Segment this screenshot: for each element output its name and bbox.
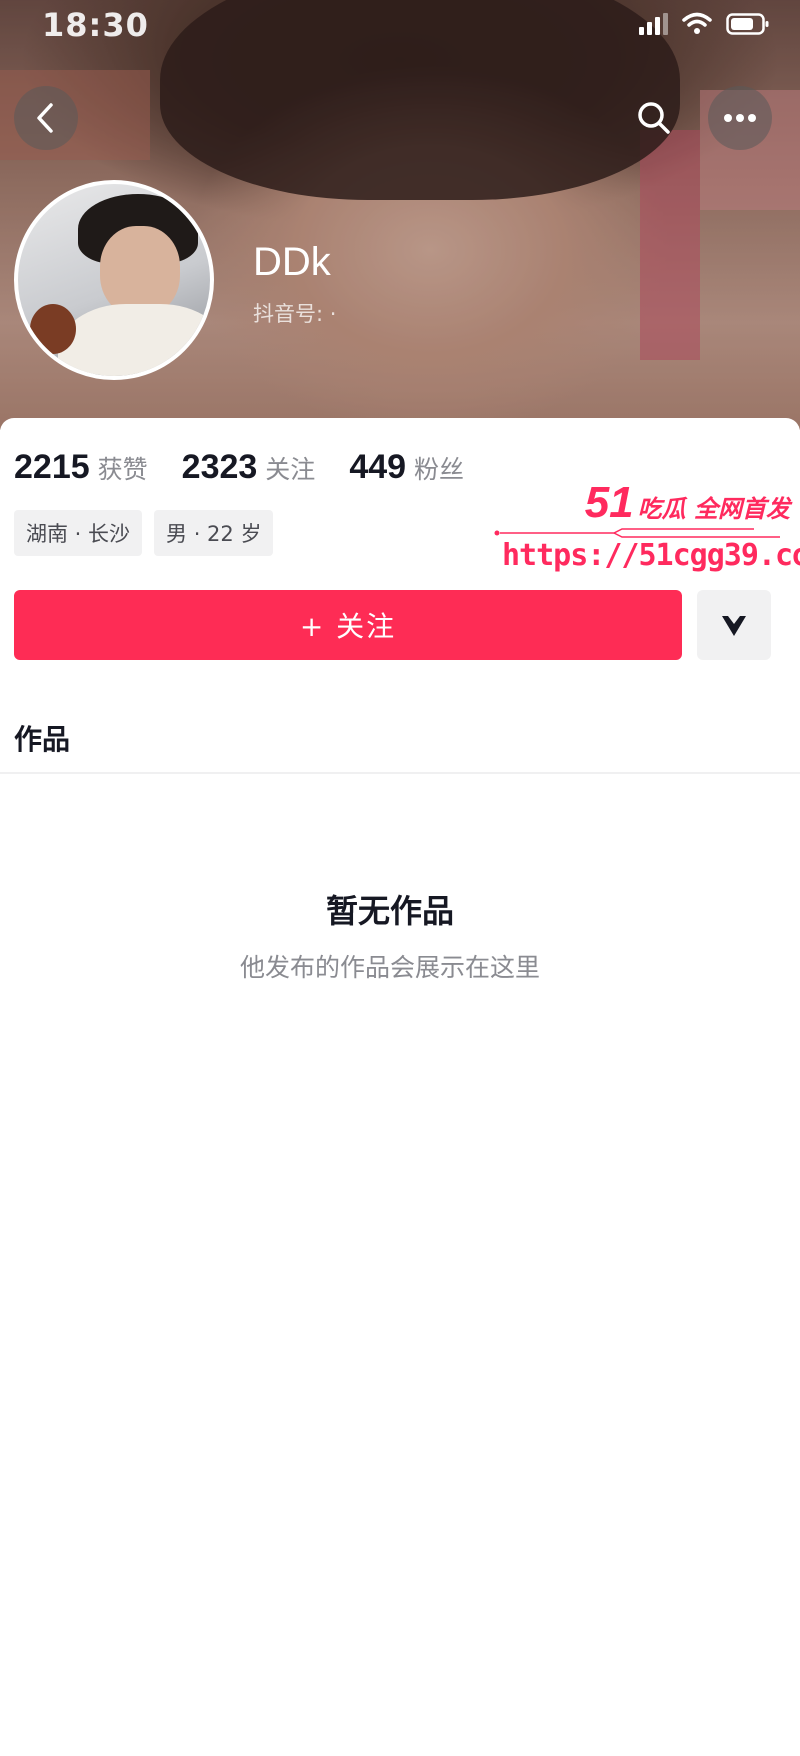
username: DDk (253, 240, 331, 284)
stat-likes[interactable]: 2215 获赞 (14, 448, 148, 487)
chevron-left-icon (37, 103, 53, 133)
stat-value: 449 (349, 448, 407, 486)
status-icons (639, 12, 770, 36)
watermark-brand: 51 (584, 478, 634, 527)
empty-state-title: 暂无作品 (325, 892, 454, 930)
back-button[interactable] (14, 86, 78, 150)
search-icon (638, 102, 670, 134)
location-tag: 湖南 · 长沙 (14, 510, 143, 556)
stat-value: 2323 (181, 448, 258, 486)
battery-icon (726, 12, 770, 36)
douyin-id: 抖音号: · (253, 302, 337, 326)
search-button[interactable] (622, 86, 686, 150)
tab-divider (0, 772, 800, 774)
more-button[interactable] (708, 86, 772, 150)
tab-works[interactable]: 作品 (14, 718, 70, 758)
status-time: 18:30 (42, 6, 149, 44)
follow-button[interactable]: + 关注 (14, 590, 682, 660)
gender-age-tag: 男 · 22 岁 (154, 510, 274, 556)
stat-label: 关注 (265, 455, 316, 484)
profile-tags: 湖南 · 长沙 男 · 22 岁 (14, 510, 274, 556)
stat-value: 2215 (14, 448, 90, 486)
stat-following[interactable]: 2323 关注 (182, 448, 316, 487)
signal-icon (639, 13, 668, 35)
wifi-icon (682, 12, 712, 36)
watermark-url: https://51cgg39.com (502, 538, 800, 573)
recommend-toggle-button[interactable] (697, 590, 771, 660)
watermark-line (494, 528, 780, 538)
watermark: 51 吃瓜 全网首发 https://51cgg39.com (494, 478, 800, 578)
stat-label: 获赞 (97, 455, 148, 484)
stat-followers[interactable]: 449 粉丝 (349, 448, 464, 487)
empty-state-subtitle: 他发布的作品会展示在这里 (239, 953, 540, 982)
stat-label: 粉丝 (414, 455, 465, 484)
avatar[interactable] (14, 180, 214, 380)
profile-panel: 2215 获赞 2323 关注 449 粉丝 湖南 · 长沙 男 · 22 岁 … (0, 418, 800, 1756)
more-dots-icon (724, 114, 756, 122)
stats-row: 2215 获赞 2323 关注 449 粉丝 (14, 448, 498, 487)
triangle-down-icon (722, 616, 746, 636)
watermark-slogan: 吃瓜 全网首发 (637, 495, 790, 523)
